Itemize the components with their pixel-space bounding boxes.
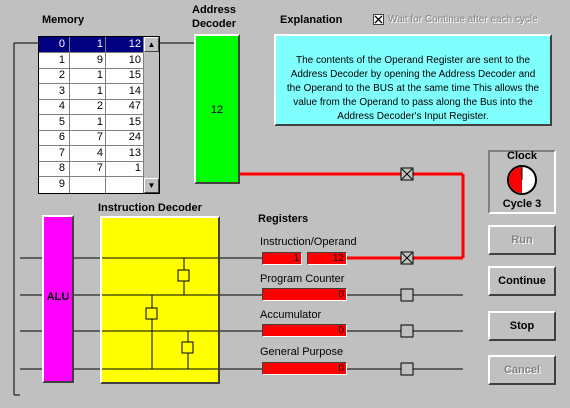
bus-gates — [400, 167, 414, 376]
cancel-button[interactable]: Cancel — [488, 355, 556, 385]
gate-address-decoder-icon — [400, 167, 414, 181]
gate-accumulator-icon — [400, 324, 414, 338]
stop-button[interactable]: Stop — [488, 311, 556, 341]
gate-general-purpose-icon — [400, 362, 414, 376]
gate-operand-icon — [400, 251, 414, 265]
gate-program-counter-icon — [400, 288, 414, 302]
continue-button[interactable]: Continue — [488, 266, 556, 296]
run-button[interactable]: Run — [488, 225, 556, 255]
